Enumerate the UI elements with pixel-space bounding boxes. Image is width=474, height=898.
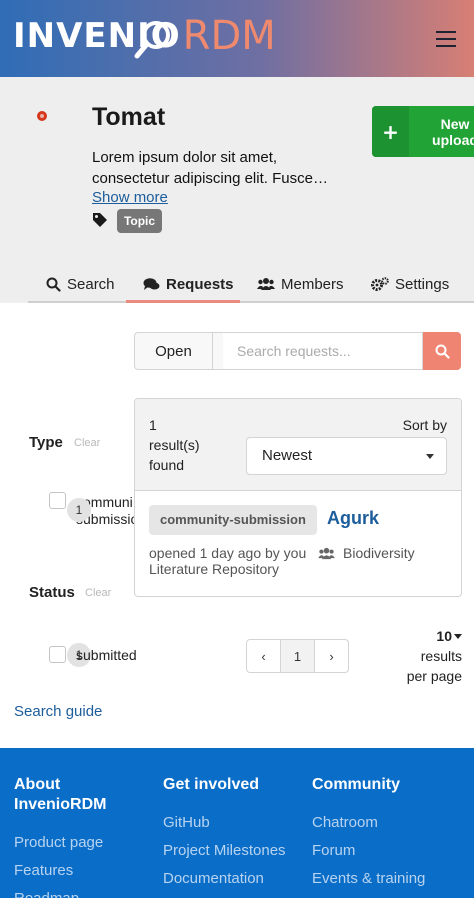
footer-col-community: Community Chatroom Forum Events & traini… (312, 775, 425, 893)
new-upload-button[interactable]: + New upload (372, 106, 474, 157)
results-panel: 1 result(s) found Sort by Newest communi… (134, 398, 462, 597)
tab-members-label: Members (281, 275, 344, 293)
tab-requests[interactable]: Requests (143, 270, 234, 298)
footer-community-title: Community (312, 776, 400, 793)
footer-link[interactable]: Forum (312, 837, 425, 865)
footer-get-involved-title: Get involved (163, 776, 260, 793)
community-avatar-icon (37, 111, 47, 121)
logo-accent-text: RDM (182, 13, 276, 59)
active-tab-indicator (126, 300, 240, 303)
top-header: INVENIO RDM (0, 0, 474, 77)
footer-link[interactable]: Events & training (312, 865, 425, 893)
per-page-label-2: per page (406, 668, 462, 684)
show-more-link[interactable]: Show more (92, 189, 168, 206)
results-header: 1 result(s) found Sort by Newest (135, 399, 461, 491)
pagination-prev[interactable]: ‹ (247, 640, 280, 672)
request-title-link[interactable]: Agurk (327, 508, 379, 529)
facet-status-title: Status (29, 584, 75, 601)
status-toggle-separator (213, 332, 223, 370)
footer-link[interactable]: Documentation (163, 865, 286, 893)
status-filter-button[interactable]: Open (134, 332, 213, 370)
facet-status-label: submitted (76, 647, 137, 663)
logo-magnifier-icon (134, 21, 170, 59)
footer-link[interactable]: Features (14, 857, 106, 885)
footer-link[interactable]: GitHub (163, 809, 286, 837)
facet-type-clear[interactable]: Clear (74, 437, 100, 449)
caret-down-icon (426, 454, 434, 459)
tab-members[interactable]: Members (257, 270, 344, 298)
search-requests-input[interactable] (223, 332, 423, 370)
community-description: Lorem ipsum dolor sit amet, consectetur … (92, 149, 328, 187)
footer-link[interactable]: Chatroom (312, 809, 425, 837)
tab-requests-label: Requests (166, 275, 234, 293)
footer-link[interactable]: Roadmap (14, 885, 106, 898)
facet-type-count: 1 (67, 498, 91, 522)
users-icon (318, 547, 335, 560)
tab-settings-label: Settings (395, 275, 450, 293)
per-page-select[interactable]: 10 (382, 626, 462, 646)
search-submit-button[interactable] (423, 332, 461, 370)
pagination-next[interactable]: › (315, 640, 348, 672)
plus-icon: + (372, 106, 409, 157)
sort-by-label: Sort by (402, 417, 447, 433)
tab-search-label: Search (67, 275, 115, 293)
tab-settings[interactable]: Settings (371, 270, 449, 298)
tab-search[interactable]: Search (46, 270, 115, 298)
new-upload-label: New upload (432, 116, 474, 148)
tag-icon (93, 213, 107, 227)
request-type-badge: community-submission (149, 505, 317, 535)
hamburger-menu-icon[interactable] (436, 31, 456, 47)
results-per-page: 10 results per page (382, 626, 462, 686)
facet-type-title: Type (29, 434, 63, 451)
cogs-icon (371, 276, 389, 291)
footer-col-get-involved: Get involved GitHub Project Milestones D… (163, 775, 286, 893)
facet-type-checkbox[interactable] (49, 492, 66, 509)
search-guide-link[interactable]: Search guide (14, 703, 102, 720)
tabs-divider (28, 301, 474, 303)
topic-badge[interactable]: Topic (117, 209, 162, 233)
community-title: Tomat (92, 103, 166, 131)
comments-icon (143, 277, 160, 290)
sort-select-value: Newest (262, 447, 313, 464)
search-icon (435, 344, 450, 359)
users-icon (257, 278, 275, 290)
footer-col-about: About InvenioRDM Product page Features R… (14, 775, 106, 898)
facet-status-clear[interactable]: Clear (85, 587, 111, 599)
facet-status-checkbox[interactable] (49, 646, 66, 663)
caret-down-icon (454, 634, 462, 639)
sort-select[interactable]: Newest (246, 437, 447, 475)
pagination: ‹ 1 › (246, 639, 349, 673)
footer-link[interactable]: Product page (14, 829, 106, 857)
footer-about-title: About InvenioRDM (14, 776, 107, 813)
pagination-page-current[interactable]: 1 (280, 640, 315, 672)
footer-link[interactable]: Project Milestones (163, 837, 286, 865)
request-meta: opened 1 day ago by you Biodiversity Lit… (149, 545, 449, 577)
search-icon (46, 277, 61, 292)
results-count: 1 result(s) found (149, 417, 200, 473)
per-page-label-1: results (420, 648, 462, 664)
request-opened-text: opened 1 day ago by you (149, 545, 307, 561)
